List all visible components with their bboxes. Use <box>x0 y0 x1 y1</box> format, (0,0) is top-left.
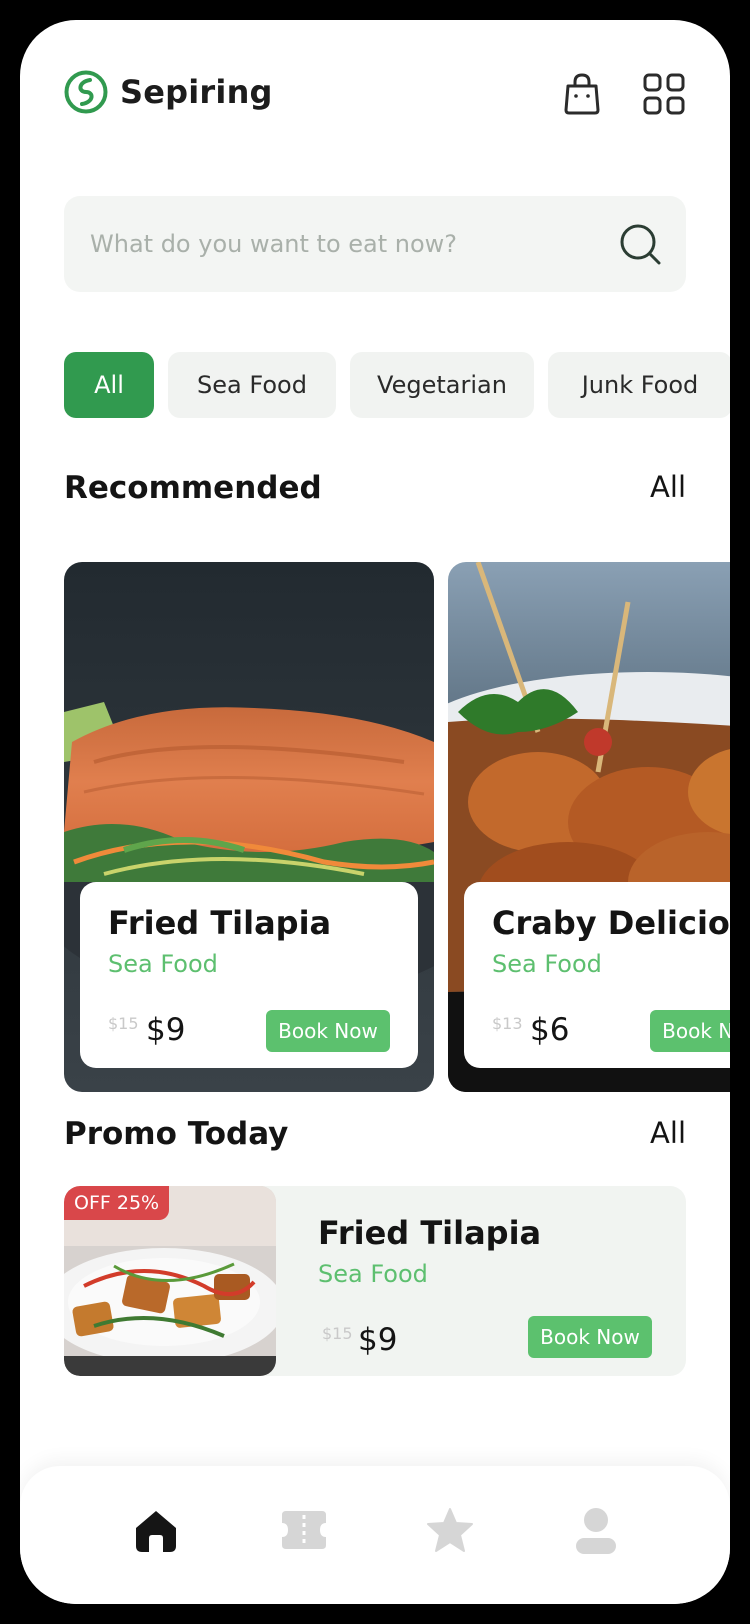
discount-price: $6 <box>530 1012 570 1048</box>
dish-category: Sea Food <box>108 950 218 978</box>
dish-name: Craby Delicious <box>492 904 730 942</box>
discount-price: $9 <box>146 1012 186 1048</box>
promo-see-all-link[interactable]: All <box>650 1116 686 1150</box>
category-chip-sea-food[interactable]: Sea Food <box>168 352 336 418</box>
search-bar <box>64 196 686 292</box>
bottom-navigation <box>20 1466 730 1604</box>
star-icon <box>427 1508 473 1552</box>
menu-button[interactable] <box>640 70 688 118</box>
promo-dish-category: Sea Food <box>318 1260 428 1288</box>
promo-dish-photo: OFF 25% <box>64 1186 276 1376</box>
promo-original-price: $15 <box>322 1324 353 1343</box>
original-price: $15 <box>108 1014 139 1033</box>
recommended-card[interactable]: Craby Delicious Sea Food $13 $6 Book Now <box>448 562 730 1092</box>
shopping-bag-icon <box>564 73 600 115</box>
nav-tickets[interactable] <box>276 1502 332 1558</box>
recommended-carousel[interactable]: Fried Tilapia Sea Food $15 $9 Book Now C… <box>64 562 730 1092</box>
promo-card[interactable]: OFF 25% Fried Tilapia Sea Food $15 $9 Bo… <box>64 1186 686 1376</box>
recommended-card-details: Craby Delicious Sea Food $13 $6 Book Now <box>464 882 730 1068</box>
book-now-button[interactable]: Book Now <box>650 1010 730 1052</box>
sepiring-logo-icon <box>64 70 108 114</box>
book-now-button[interactable]: Book Now <box>266 1010 390 1052</box>
search-icon[interactable] <box>618 222 662 266</box>
grid-menu-icon <box>643 73 685 115</box>
original-price: $13 <box>492 1014 523 1033</box>
category-chip-label: All <box>94 371 124 399</box>
nav-favorites[interactable] <box>422 1502 478 1558</box>
recommended-card-details: Fried Tilapia Sea Food $15 $9 Book Now <box>80 882 418 1068</box>
dish-category: Sea Food <box>492 950 602 978</box>
nav-profile[interactable] <box>568 1502 624 1558</box>
category-chip-label: Junk Food <box>581 371 699 399</box>
discount-badge: OFF 25% <box>64 1186 170 1220</box>
category-chip-label: Vegetarian <box>377 371 507 399</box>
category-tabs: All Sea Food Vegetarian Junk Food <box>64 352 730 418</box>
recommended-see-all-link[interactable]: All <box>650 470 686 504</box>
home-icon <box>136 1511 176 1552</box>
profile-icon <box>576 1508 616 1554</box>
app-screen: Sepiring What do you want to eat now? Al… <box>20 20 730 1604</box>
category-chip-label: Sea Food <box>197 371 307 399</box>
promo-discount-price: $9 <box>358 1322 398 1358</box>
dish-name: Fried Tilapia <box>108 904 332 942</box>
recommended-card[interactable]: Fried Tilapia Sea Food $15 $9 Book Now <box>64 562 434 1092</box>
app-name: Sepiring <box>120 73 273 111</box>
promo-heading: Promo Today <box>64 1116 289 1152</box>
category-chip-junk-food[interactable]: Junk Food <box>548 352 730 418</box>
promo-book-now-button[interactable]: Book Now <box>528 1316 652 1358</box>
phone-frame: Sepiring What do you want to eat now? Al… <box>0 0 750 1624</box>
ticket-icon <box>282 1511 326 1549</box>
category-chip-all[interactable]: All <box>64 352 154 418</box>
cart-button[interactable] <box>558 70 606 118</box>
category-chip-vegetarian[interactable]: Vegetarian <box>350 352 534 418</box>
brand-logo[interactable]: Sepiring <box>64 70 273 114</box>
app-header: Sepiring <box>64 70 704 118</box>
recommended-heading: Recommended <box>64 470 322 506</box>
search-input[interactable] <box>90 214 610 274</box>
nav-home[interactable] <box>128 1502 184 1558</box>
promo-dish-name: Fried Tilapia <box>318 1214 542 1252</box>
